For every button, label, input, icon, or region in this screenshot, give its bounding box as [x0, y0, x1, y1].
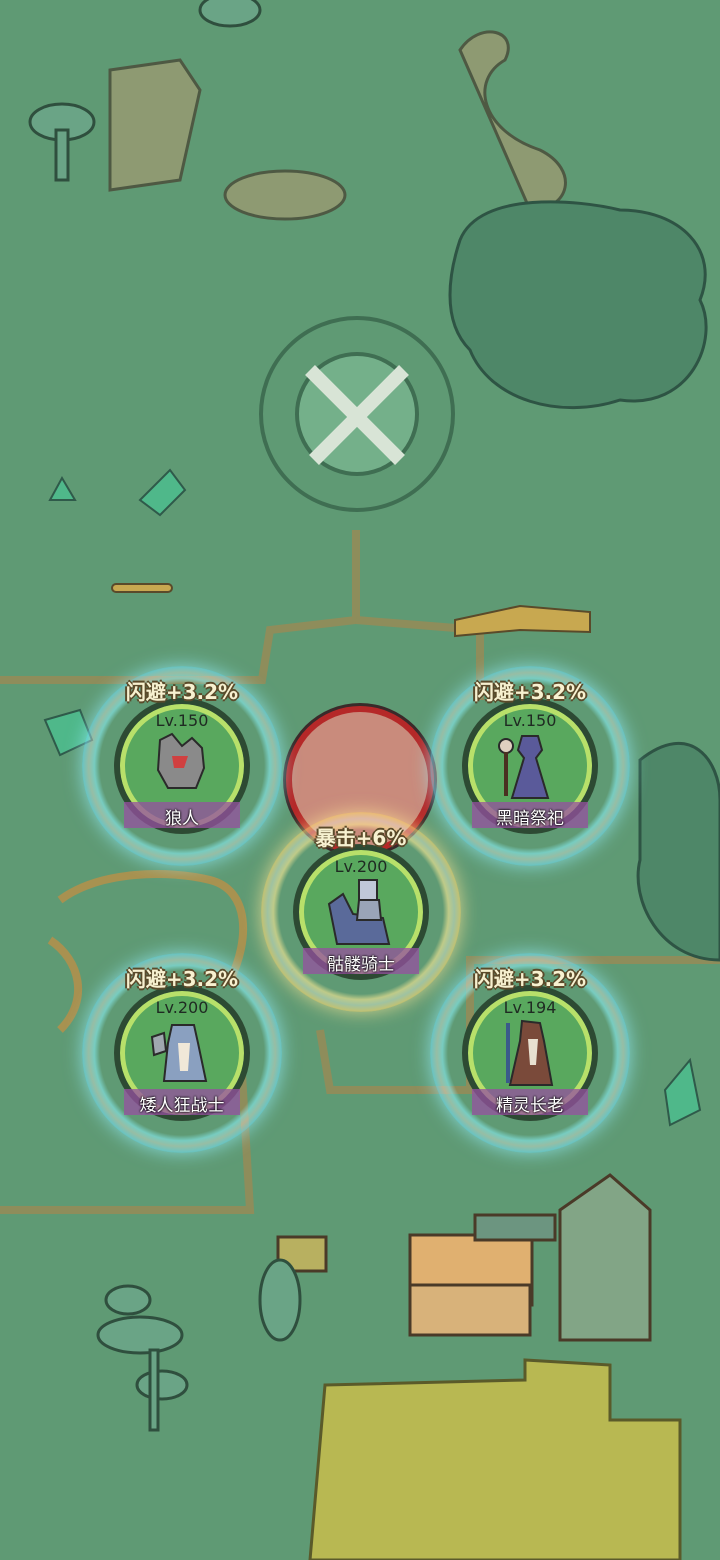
unit-slot-elf-elder[interactable]: Lv.194 精灵长老 闪避+3.2%: [430, 953, 630, 1153]
unit-slot-werewolf[interactable]: Lv.150 狼人 闪避+3.2%: [82, 666, 282, 866]
unit-name: 矮人狂战士: [139, 1096, 225, 1116]
unit-slot-dwarf-berserker[interactable]: Lv.200 矮人狂战士 闪避+3.2%: [82, 953, 282, 1153]
unit-name: 狼人: [165, 809, 199, 829]
elf-elder-icon: [506, 1019, 554, 1086]
unit-bonus: 暴击+6%: [315, 826, 407, 850]
skeleton-knight-icon: [327, 879, 391, 945]
unit-bonus: 闪避+3.2%: [473, 967, 587, 991]
dwarf-berserker-icon: [150, 1024, 208, 1082]
unit-name: 精灵长老: [496, 1096, 564, 1116]
unit-bonus: 闪避+3.2%: [125, 967, 239, 991]
unit-bonus: 闪避+3.2%: [473, 680, 587, 704]
unit-bonus: 闪避+3.2%: [125, 680, 239, 704]
werewolf-icon: [156, 732, 206, 789]
dark-priest-icon: [498, 735, 550, 799]
